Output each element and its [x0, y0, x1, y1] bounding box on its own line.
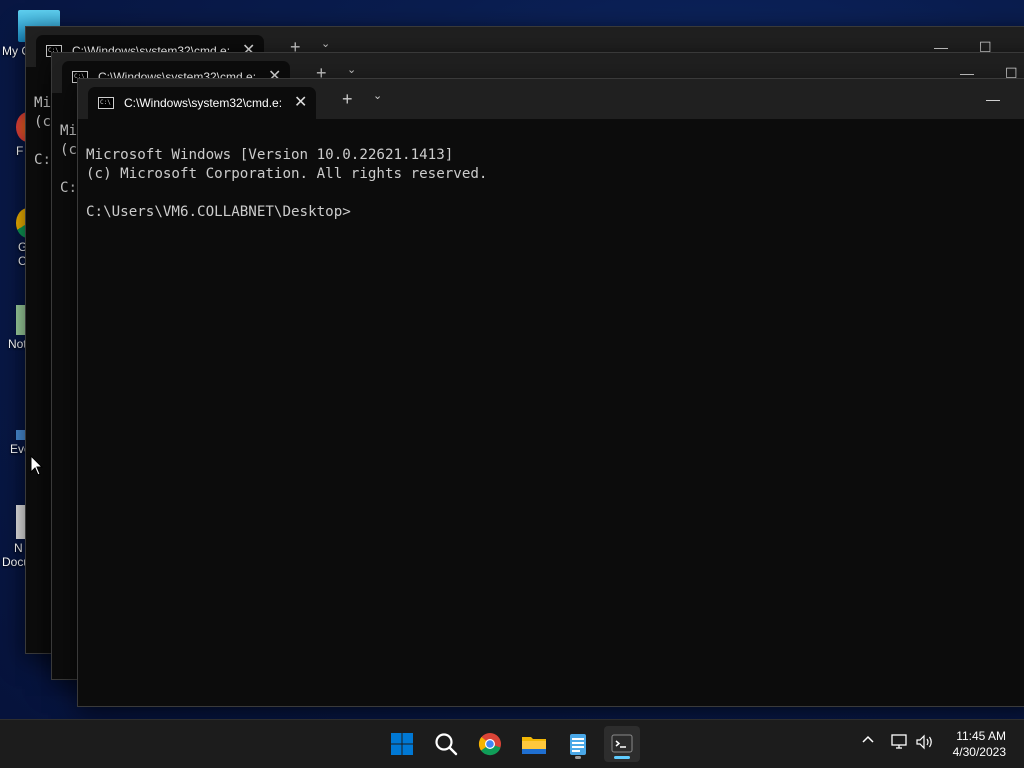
chrome-icon: [478, 733, 501, 756]
start-icon: [391, 733, 413, 755]
clock-time: 11:45 AM: [956, 729, 1006, 743]
mouse-cursor-icon: [30, 455, 44, 476]
search-button[interactable]: [428, 726, 464, 762]
tab-dropdown-button[interactable]: ⌄: [321, 37, 330, 50]
new-tab-button[interactable]: +: [342, 89, 353, 110]
tab-cmd[interactable]: C:\ C:\Windows\system32\cmd.e: ✕: [88, 87, 316, 119]
notepad-taskbar-button[interactable]: [560, 726, 596, 762]
tab-bar: C:\ C:\Windows\system32\cmd.e: ✕ + ⌄ —: [78, 79, 1024, 119]
terminal-line: Mi: [60, 123, 78, 139]
taskbar: 11:45 AM 4/30/2023: [0, 719, 1024, 768]
close-tab-button[interactable]: ✕: [294, 92, 307, 112]
terminal-line: C:: [34, 152, 52, 168]
terminal-line: (c: [60, 142, 78, 158]
cmd-icon: C:\: [98, 97, 114, 109]
tab-dropdown-button[interactable]: ⌄: [347, 63, 356, 76]
terminal-line: (c) Microsoft Corporation. All rights re…: [86, 166, 488, 182]
terminal-prompt: C:\Users\VM6.COLLABNET\Desktop>: [86, 204, 351, 220]
tab-title: C:\Windows\system32\cmd.e:: [124, 96, 283, 110]
start-button[interactable]: [384, 726, 420, 762]
volume-button[interactable]: [916, 734, 934, 753]
network-button[interactable]: [891, 734, 909, 753]
terminal-line: C:: [60, 180, 78, 196]
terminal-taskbar-button[interactable]: [604, 726, 640, 762]
search-icon: [435, 733, 458, 756]
clock[interactable]: 11:45 AM 4/30/2023: [953, 728, 1006, 760]
file-explorer-icon: [522, 737, 546, 754]
terminal-line: (c: [34, 114, 52, 130]
chevron-up-icon: [862, 735, 874, 743]
terminal-line: Microsoft Windows [Version 10.0.22621.14…: [86, 147, 454, 163]
terminal-window-front[interactable]: C:\ C:\Windows\system32\cmd.e: ✕ + ⌄ — M…: [77, 78, 1024, 707]
active-indicator: [614, 756, 630, 759]
show-hidden-icons-button[interactable]: [861, 733, 875, 750]
volume-icon: [916, 734, 932, 750]
minimize-button[interactable]: —: [986, 91, 1000, 107]
file-explorer-button[interactable]: [516, 726, 552, 762]
running-indicator: [575, 756, 581, 759]
clock-date: 4/30/2023: [952, 745, 1006, 759]
terminal-output[interactable]: Microsoft Windows [Version 10.0.22621.14…: [86, 127, 1024, 706]
terminal-line: Mi: [34, 95, 52, 111]
tab-dropdown-button[interactable]: ⌄: [373, 89, 382, 102]
network-icon: [891, 734, 907, 749]
chrome-taskbar-button[interactable]: [472, 726, 508, 762]
